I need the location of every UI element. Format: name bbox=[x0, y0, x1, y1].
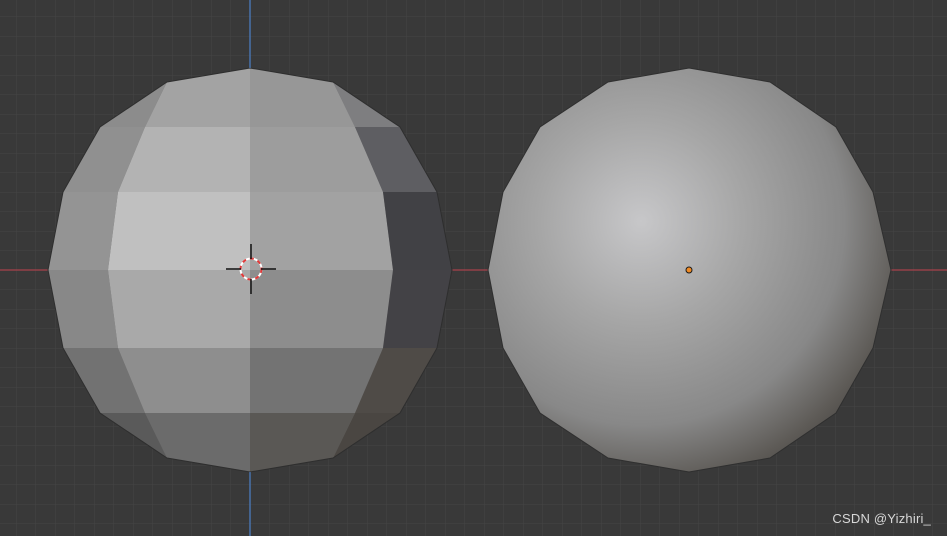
3d-viewport[interactable] bbox=[0, 0, 947, 536]
object-origin-icon[interactable] bbox=[685, 266, 693, 274]
watermark-text: CSDN @Yizhiri_ bbox=[832, 511, 931, 526]
